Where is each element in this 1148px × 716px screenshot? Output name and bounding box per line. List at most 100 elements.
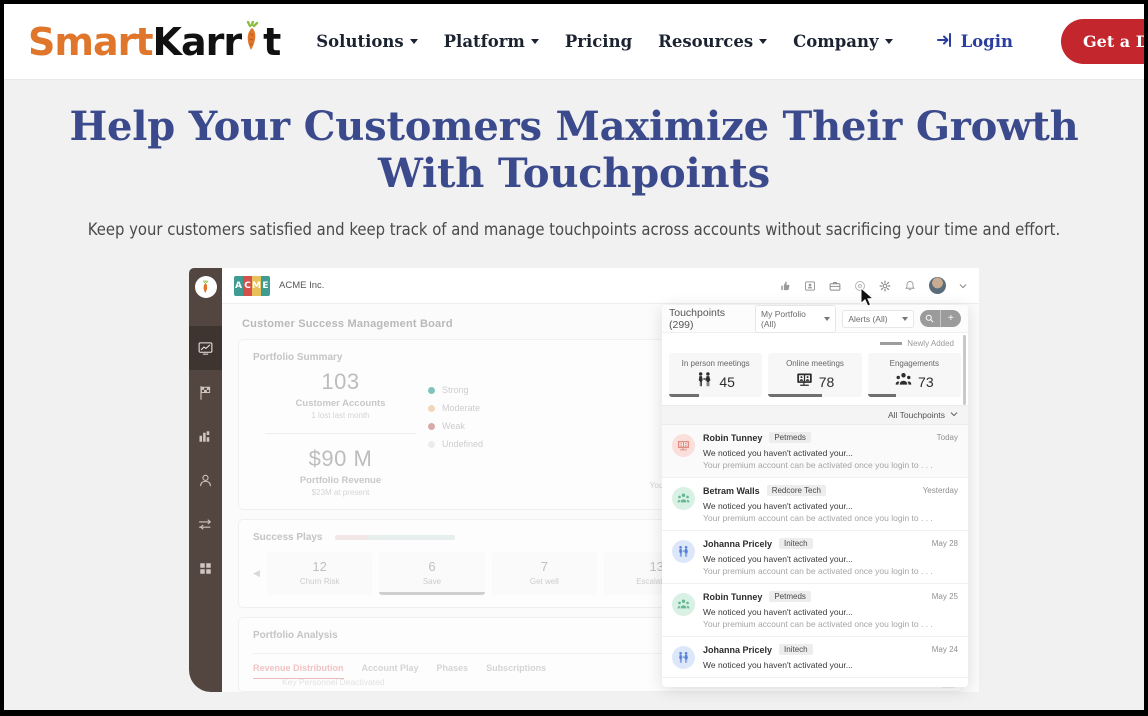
group-icon [672,593,695,616]
account-name: ACME Inc. [279,280,324,291]
touchpoints-newly-added-legend: Newly Added [662,333,968,353]
sliders-icon [198,517,213,532]
sidebar-item-dashboard[interactable] [189,326,222,370]
success-plays-progress [335,535,455,540]
list-item[interactable]: Robin Tunney Petmeds Today We noticed yo… [662,425,968,478]
nav-label-platform: Platform [444,32,525,51]
login-link[interactable]: Login [937,32,1013,51]
metric-value: 78 [819,374,835,390]
add-touchpoint-button[interactable]: + [941,310,961,327]
acme-letter-a: A [234,276,243,296]
logo-text-t: t [263,20,280,64]
play-count: 6 [379,559,484,574]
sidebar-item-accounts[interactable] [189,458,222,502]
nav-item-company[interactable]: Company [793,32,892,51]
page-title: Help Your Customers Maximize Their Growt… [4,104,1144,198]
chevron-down-icon [410,39,418,44]
nav-item-platform[interactable]: Platform [444,32,539,51]
ghost-footer-label: Key Personnel Deactivated [282,677,385,687]
touchpoint-message-primary: We noticed you haven't activated your... [703,607,958,617]
touchpoint-person-name: Robin Tunney [703,433,762,443]
smartkarrot-logo[interactable]: SmartKarrt [28,20,280,64]
list-item[interactable]: Betram Walls Redcore Tech Yesterday We n… [662,478,968,531]
chevron-down-icon [824,317,830,321]
touchpoint-company-tag: Initech [779,538,813,549]
list-item[interactable]: Johanna Pricely Initech May 24 We notice… [662,637,968,678]
touchpoints-list-filter[interactable]: All Touchpoints [662,405,968,425]
legend-dot-moderate [428,405,435,412]
metric-label: In person meetings [669,359,762,368]
play-label: Save [379,577,484,586]
touchpoints-panel: Touchpoints (299) My Portfolio (All) Ale… [662,305,968,687]
scrollbar[interactable] [963,335,966,405]
chevron-down-icon [885,39,893,44]
legend-label-weak: Weak [442,421,465,431]
play-label: Churn Risk [267,577,372,586]
id-card-icon[interactable] [804,280,816,292]
nav-label-solutions: Solutions [316,32,403,51]
legend-dot-undefined [428,441,435,448]
touchpoints-list: Robin Tunney Petmeds Today We noticed yo… [662,425,968,678]
thumbs-up-icon[interactable] [779,280,791,292]
monitor-chart-icon [198,341,213,356]
legend-label-moderate: Moderate [442,403,480,413]
touchpoint-date: May 28 [932,539,958,548]
sidebar-item-settings[interactable] [189,502,222,546]
avatar[interactable] [929,277,946,294]
list-item[interactable]: Robin Tunney Petmeds May 25 We noticed y… [662,584,968,637]
touchpoints-body: Newly Added In person meetings 45 Online… [662,333,968,687]
metric-engagements[interactable]: Engagements 73 [868,353,961,397]
list-filter-label: All Touchpoints [888,410,945,420]
sidebar-item-plays[interactable] [189,370,222,414]
people-meeting-icon [672,646,695,669]
chevron-left-icon[interactable]: ◀ [253,568,260,579]
play-card-get-well[interactable]: 7 Get well [492,552,597,595]
nav-item-solutions[interactable]: Solutions [316,32,417,51]
touchpoint-person-name: Johanna Pricely [703,539,772,549]
landing-page: SmartKarrt Solutions Platform Pricing Re… [4,4,1144,710]
search-icon[interactable] [920,310,940,327]
briefcase-icon[interactable] [829,280,841,292]
sign-in-icon [937,32,954,51]
acme-letter-e: E [261,276,270,296]
legend-label-strong: Strong [442,385,469,395]
nav-item-resources[interactable]: Resources [658,32,767,51]
acme-logo: A C M E [234,276,270,296]
portfolio-filter-label: My Portfolio (All) [761,309,820,329]
sidebar-item-analytics[interactable] [189,414,222,458]
divider [265,433,416,434]
sidebar-item-apps[interactable] [189,546,222,590]
legend-dot-weak [428,423,435,430]
nav-label-resources: Resources [658,32,753,51]
alerts-filter-dropdown[interactable]: Alerts (All) [842,310,913,328]
chevron-down-icon [902,317,908,321]
touchpoint-message-secondary: Your premium account can be activated on… [703,566,958,576]
touchpoint-company-tag: Petmeds [769,591,811,602]
legend-item-strong: Strong [428,385,538,395]
primary-navigation: Solutions Platform Pricing Resources Com… [316,19,1144,64]
carrot-icon [200,280,211,295]
bar-chart-icon [198,429,213,444]
touchpoint-person-name: Johanna Pricely [703,645,772,655]
gear-icon[interactable] [879,280,891,292]
metric-online-meetings[interactable]: Online meetings 78 [768,353,861,397]
play-card-churn-risk[interactable]: 12 Churn Risk [267,552,372,595]
chevron-down-icon[interactable] [959,282,967,290]
touchpoint-message-secondary: Your premium account can be activated on… [703,513,958,523]
people-meeting-icon [696,371,713,393]
acme-letter-c: C [243,276,252,296]
grid-icon [198,561,213,576]
metric-in-person-meetings[interactable]: In person meetings 45 [669,353,762,397]
metric-underline [768,394,822,397]
bell-icon[interactable] [904,280,916,292]
list-item[interactable]: Johanna Pricely Initech May 28 We notice… [662,531,968,584]
chevron-down-icon [950,410,958,420]
app-brand-badge[interactable] [195,276,217,298]
get-a-demo-button[interactable]: Get a Demo [1061,19,1144,64]
portfolio-filter-dropdown[interactable]: My Portfolio (All) [755,305,836,333]
nav-item-pricing[interactable]: Pricing [565,32,632,51]
legend-item-moderate: Moderate [428,403,538,413]
group-icon [895,371,912,393]
touchpoint-message-primary: We noticed you haven't activated your... [703,660,958,670]
play-card-save[interactable]: 6 Save [379,552,484,595]
